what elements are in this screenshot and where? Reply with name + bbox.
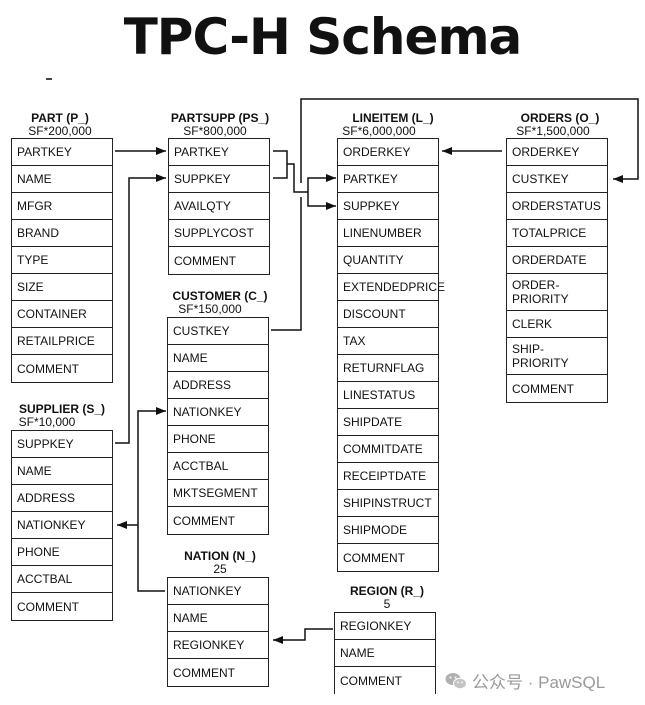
column-part-partkey: PARTKEY (12, 139, 112, 166)
column-lineitem-comment: COMMENT (343, 550, 405, 565)
link-nation-supplier-customer (137, 407, 166, 592)
column-orders-orderdate: ORDERDATE (507, 247, 607, 274)
column-supplier-name: NAME (12, 458, 112, 485)
column-partsupp-suppkey: SUPPKEY (169, 166, 269, 193)
column-customer-mktsegment: MKTSEGMENT (168, 480, 268, 507)
column-part-brand: BRAND (12, 220, 112, 247)
column-orders-clerk: CLERK (507, 311, 607, 338)
column-part-type: TYPE (12, 247, 112, 274)
column-customer-nationkey: NATIONKEY (168, 399, 268, 426)
column-lineitem-returnflag: RETURNFLAG (338, 355, 438, 382)
column-partsupp-availqty: AVAILQTY (169, 193, 269, 220)
table-sf-lineitem: SF*6,000,000 (342, 124, 416, 138)
column-orders-totalprice: TOTALPRICE (507, 220, 607, 247)
column-customer-name: NAME (168, 345, 268, 372)
wechat-icon (445, 672, 467, 690)
column-part-container: CONTAINER (12, 301, 112, 328)
column-lineitem-receiptdate: RECEIPTDATE (338, 463, 438, 490)
table-sf-nation: 25 (213, 562, 227, 576)
column-customer-custkey: CUSTKEY (168, 318, 268, 345)
column-customer-acctbal: ACCTBAL (168, 453, 268, 480)
column-nation-comment: COMMENT (173, 665, 235, 680)
table-title-orders: ORDERS (O_) (520, 111, 600, 125)
column-partsupp-partkey: PARTKEY (169, 139, 269, 166)
table-supplier: SUPPKEY NAME ADDRESS NATIONKEY PHONE ACCTBAL C… (11, 430, 113, 621)
column-lineitem-shipdate: SHIPDATE (338, 409, 438, 436)
column-lineitem-commitdate: COMMITDATE (338, 436, 438, 463)
watermark: 公众号 · PawSQL (445, 668, 605, 693)
column-part-mfgr: MFGR (12, 193, 112, 220)
column-region-regionkey: REGIONKEY (335, 613, 435, 640)
column-lineitem-quantity: QUANTITY (338, 247, 438, 274)
column-supplier-address: ADDRESS (12, 485, 112, 512)
column-supplier-acctbal: ACCTBAL (12, 566, 112, 593)
table-sf-supplier: SF*10,000 (18, 415, 76, 429)
column-supplier-nationkey: NATIONKEY (12, 512, 112, 539)
table-title-part: PART (P_) (31, 111, 89, 125)
column-part-name: NAME (12, 166, 112, 193)
table-region: REGIONKEY NAME COMMENT (334, 612, 436, 694)
link-to-lineitem-suppkey (307, 192, 336, 210)
table-title-region: REGION (R_) (349, 584, 424, 598)
column-orders-orderpriority: ORDER- PRIORITY (507, 274, 607, 311)
column-region-comment: COMMENT (340, 673, 402, 688)
column-lineitem-tax: TAX (338, 328, 438, 355)
column-part-size: SIZE (12, 274, 112, 301)
column-lineitem-suppkey: SUPPKEY (338, 193, 438, 220)
table-lineitem: ORDERKEY PARTKEY SUPPKEY LINENUMBER QUANTITY… (337, 138, 445, 572)
column-orders-shippriority: SHIP- PRIORITY (507, 338, 607, 375)
column-supplier-suppkey: SUPPKEY (12, 431, 112, 458)
column-lineitem-shipmode: SHIPMODE (338, 517, 438, 544)
column-part-comment: COMMENT (17, 361, 79, 376)
column-orders-custkey: CUSTKEY (507, 166, 607, 193)
table-sf-customer: SF*150,000 (178, 302, 242, 316)
table-nation: NATIONKEY NAME REGIONKEY COMMENT (167, 577, 269, 687)
column-partsupp-supplycost: SUPPLYCOST (169, 220, 269, 247)
column-lineitem-discount: DISCOUNT (338, 301, 438, 328)
link-supplier-partsupp (115, 174, 166, 444)
column-supplier-comment: COMMENT (17, 599, 79, 614)
column-orders-orderstatus: ORDERSTATUS (507, 193, 607, 220)
column-lineitem-linestatus: LINESTATUS (338, 382, 438, 409)
column-lineitem-orderkey: ORDERKEY (338, 139, 438, 166)
column-region-name: NAME (335, 640, 435, 667)
column-customer-address: ADDRESS (168, 372, 268, 399)
table-title-customer: CUSTOMER (C_) (172, 289, 268, 303)
column-orders-comment: COMMENT (512, 381, 574, 396)
table-title-supplier: SUPPLIER (S_) (18, 402, 105, 416)
table-title-lineitem: LINEITEM (L_) (352, 111, 434, 125)
column-part-retailprice: RETAILPRICE (12, 328, 112, 355)
column-partsupp-comment: COMMENT (174, 253, 236, 268)
link-region-nation (273, 628, 333, 644)
column-customer-phone: PHONE (168, 426, 268, 453)
table-customer: CUSTKEY NAME ADDRESS NATIONKEY PHONE ACCTBAL M… (167, 317, 269, 535)
table-sf-region: 5 (383, 597, 391, 611)
table-title-nation: NATION (N_) (184, 549, 256, 563)
table-sf-part: SF*200,000 (28, 124, 92, 138)
column-lineitem-extendedprice: EXTENDEDPRICE (338, 274, 445, 301)
watermark-text: 公众号 · PawSQL (472, 673, 606, 692)
column-lineitem-shipinstruct: SHIPINSTRUCT (338, 490, 438, 517)
link-partsupp-lineitem (273, 150, 308, 193)
column-lineitem-linenumber: LINENUMBER (338, 220, 438, 247)
table-partsupp: PARTKEY SUPPKEY AVAILQTY SUPPLYCOST COMMENT (168, 138, 270, 275)
table-sf-partsupp: SF*800,000 (183, 124, 247, 138)
table-sf-orders: SF*1,500,000 (516, 124, 590, 138)
column-nation-regionkey: REGIONKEY (168, 632, 268, 659)
column-supplier-phone: PHONE (12, 539, 112, 566)
column-customer-comment: COMMENT (173, 513, 235, 528)
column-lineitem-partkey: PARTKEY (338, 166, 438, 193)
table-part: PARTKEY NAME MFGR BRAND TYPE SIZE CONTAINER RET… (11, 138, 113, 383)
column-orders-orderkey: ORDERKEY (507, 139, 607, 166)
table-orders: ORDERKEY CUSTKEY ORDERSTATUS TOTALPRICE ORDE… (506, 138, 608, 403)
column-nation-name: NAME (168, 605, 268, 632)
table-title-partsupp: PARTSUPP (PS_) (170, 111, 270, 125)
column-nation-nationkey: NATIONKEY (168, 578, 268, 605)
link-to-lineitem-partkey (307, 174, 336, 192)
